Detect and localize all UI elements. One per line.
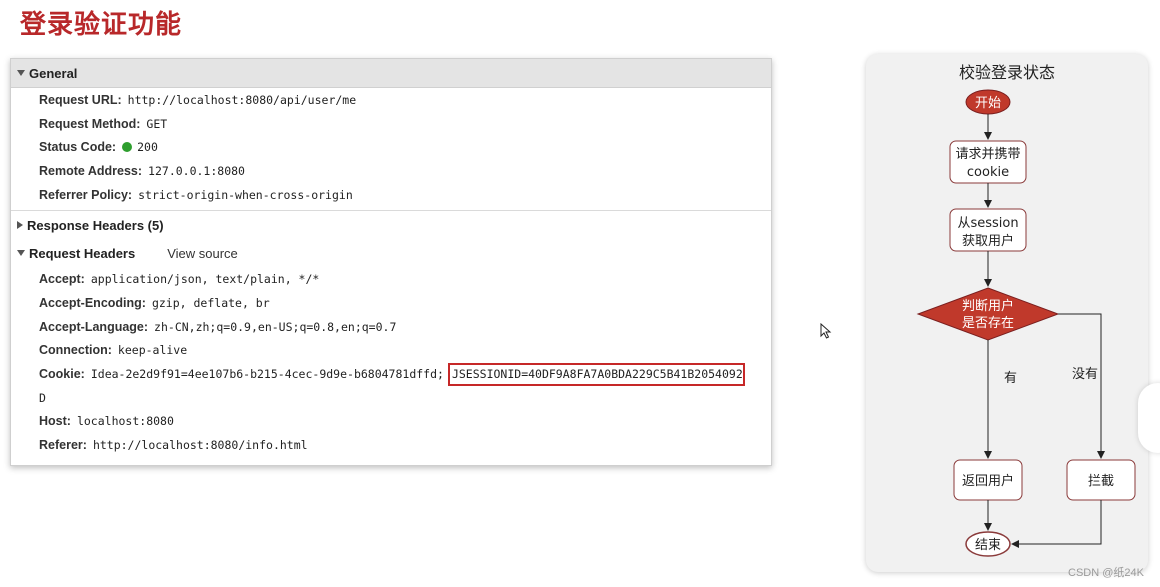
flowchart-title: 校验登录状态 <box>959 63 1055 82</box>
mouse-cursor-icon <box>820 323 832 339</box>
response-headers-section-header[interactable]: Response Headers (5) <box>11 211 771 239</box>
devtools-headers-panel: General Request URL: http://localhost:80… <box>10 58 772 466</box>
row-value: Idea-2e2d9f91=4ee107b6-b215-4cec-9d9e-b6… <box>90 367 444 382</box>
status-code-row: Status Code: 200 <box>39 135 771 159</box>
row-key: Host: <box>39 414 71 429</box>
decision-line1: 判断用户 <box>962 298 1014 314</box>
row-key: Referrer Policy: <box>39 187 133 202</box>
start-label: 开始 <box>975 96 1001 111</box>
return-user-label: 返回用户 <box>962 473 1014 489</box>
row-key: Accept-Encoding: <box>39 295 146 310</box>
decision-user-exists <box>916 287 1060 341</box>
no-label: 没有 <box>1072 367 1098 382</box>
row-key: Status Code: <box>39 140 117 155</box>
collapse-triangle-icon <box>17 221 23 230</box>
view-source-link[interactable]: View source <box>167 246 238 261</box>
row-key: Request Method: <box>39 116 141 131</box>
step2-line2: 获取用户 <box>962 233 1014 249</box>
row-value: 127.0.0.1:8080 <box>148 163 245 178</box>
referer-row: Referer: http://localhost:8080/info.html <box>39 433 771 457</box>
status-ok-dot-icon <box>122 142 133 153</box>
host-row: Host: localhost:8080 <box>39 410 771 434</box>
general-title: General <box>29 65 78 81</box>
slide-title: 登录验证功能 <box>20 10 183 40</box>
request-method-row: Request Method: GET <box>39 112 771 136</box>
row-key: Referer: <box>39 438 87 453</box>
end-label: 结束 <box>975 538 1001 553</box>
accept-language-row: Accept-Language: zh-CN,zh;q=0.9,en-US;q=… <box>39 315 771 339</box>
step2-line1: 从session <box>957 216 1018 231</box>
accept-row: Accept: application/json, text/plain, */… <box>39 267 771 291</box>
request-url-row: Request URL: http://localhost:8080/api/u… <box>39 88 771 112</box>
row-value: application/json, text/plain, */* <box>90 272 320 287</box>
step1-line2: cookie <box>967 165 1009 180</box>
general-section-header[interactable]: General <box>11 59 771 88</box>
request-headers-title: Request Headers <box>29 245 136 261</box>
request-header-rows: Accept: application/json, text/plain, */… <box>11 267 771 457</box>
accept-encoding-row: Accept-Encoding: gzip, deflate, br <box>39 291 771 315</box>
flowchart-card: 校验登录状态 开始 请求并携带 cookie 从session 获取用户 判断用… <box>866 54 1148 572</box>
row-value: gzip, deflate, br <box>151 295 270 310</box>
general-rows: Request URL: http://localhost:8080/api/u… <box>11 88 771 206</box>
row-value: localhost:8080 <box>76 414 174 429</box>
connection-row: Connection: keep-alive <box>39 339 771 363</box>
row-value: GET <box>146 116 168 131</box>
step1-line1: 请求并携带 <box>955 146 1020 162</box>
arrow-intercept-end <box>1011 500 1102 548</box>
row-value: zh-CN,zh;q=0.9,en-US;q=0.8,en;q=0.7 <box>154 319 397 334</box>
side-scroll-tab[interactable] <box>1138 383 1160 453</box>
row-key: Accept-Language: <box>39 319 149 334</box>
expand-triangle-icon <box>17 250 25 257</box>
flowchart-svg: 校验登录状态 开始 请求并携带 cookie 从session 获取用户 判断用… <box>916 63 1136 557</box>
response-headers-title: Response Headers (5) <box>27 217 164 233</box>
row-key: Cookie: <box>39 367 85 382</box>
cookie-wrap-value: D <box>39 390 46 405</box>
row-key: Connection: <box>39 343 112 358</box>
cookie-row: Cookie: Idea-2e2d9f91=4ee107b6-b215-4cec… <box>39 362 771 386</box>
expand-triangle-icon <box>17 70 25 76</box>
watermark-text: CSDN @纸24K <box>1068 567 1144 579</box>
remote-address-row: Remote Address: 127.0.0.1:8080 <box>39 159 771 183</box>
arrow-no <box>1058 313 1105 459</box>
row-value: strict-origin-when-cross-origin <box>138 187 353 202</box>
decision-line2: 是否存在 <box>962 316 1014 331</box>
row-key: Request URL: <box>39 92 122 107</box>
referrer-policy-row: Referrer Policy: strict-origin-when-cros… <box>39 183 771 207</box>
yes-label: 有 <box>1004 371 1017 386</box>
row-key: Remote Address: <box>39 163 143 178</box>
request-headers-section-header[interactable]: Request Headers View source <box>11 239 771 267</box>
intercept-label: 拦截 <box>1088 474 1114 489</box>
jsessionid-highlight: JSESSIONID=40DF9A8FA7A0BDA229C5B41B20540… <box>447 362 745 386</box>
row-value: http://localhost:8080/info.html <box>92 438 308 453</box>
row-key: Accept: <box>39 272 85 287</box>
row-value: http://localhost:8080/api/user/me <box>127 92 357 107</box>
row-value: keep-alive <box>117 343 188 358</box>
row-value: 200 <box>137 140 158 155</box>
cookie-wrap-row: D <box>39 386 771 410</box>
